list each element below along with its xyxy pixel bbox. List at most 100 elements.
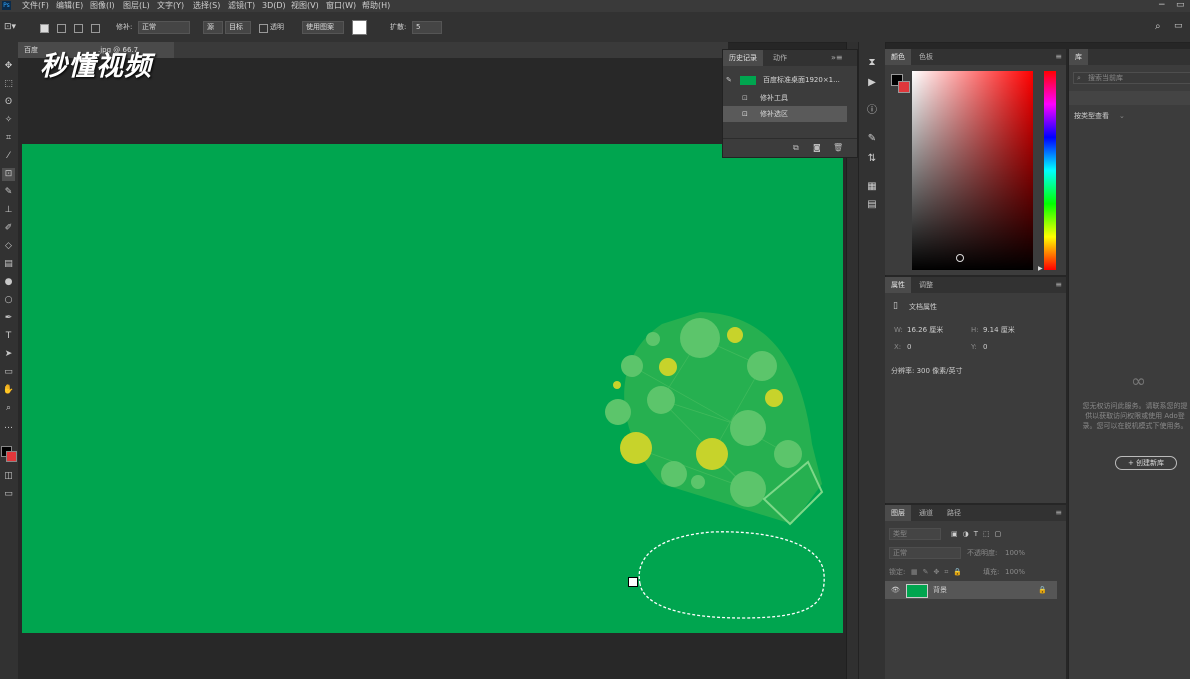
search-icon[interactable]: ⌕ — [1155, 21, 1161, 32]
play-icon[interactable]: ▶ — [865, 76, 879, 90]
color-field[interactable] — [912, 71, 1033, 270]
menu-3d[interactable]: 3D(D) — [262, 0, 286, 12]
photoshop-logo-icon[interactable]: Ps — [2, 1, 11, 10]
add-selection-icon[interactable] — [57, 24, 66, 33]
workspace-icon[interactable]: ▭ — [1174, 21, 1183, 32]
more-tools-icon[interactable]: … — [2, 420, 15, 433]
tab-color[interactable]: 颜色 — [885, 49, 911, 65]
menu-filter[interactable]: 滤镜(T) — [228, 0, 255, 12]
layer-filter-select[interactable]: 类型 — [889, 528, 941, 540]
background-color-swatch[interactable] — [6, 451, 17, 462]
adjustments-icon[interactable]: ⇅ — [865, 152, 879, 166]
eye-icon[interactable]: 👁 — [891, 585, 900, 595]
menu-edit[interactable]: 编辑(E) — [56, 0, 83, 12]
layer-row-background[interactable]: 👁 背景 🔒 — [885, 581, 1057, 599]
tab-actions[interactable]: 动作 — [767, 50, 793, 66]
menu-help[interactable]: 帮助(H) — [362, 0, 390, 12]
dodge-tool-icon[interactable]: ○ — [2, 294, 15, 307]
menu-file[interactable]: 文件(F) — [22, 0, 49, 12]
transparent-checkbox[interactable] — [259, 24, 268, 33]
eraser-tool-icon[interactable]: ◇ — [2, 240, 15, 253]
menu-type[interactable]: 文字(Y) — [157, 0, 184, 12]
panel-menu-icon[interactable]: ≡ — [1055, 52, 1062, 61]
menu-select[interactable]: 选择(S) — [193, 0, 220, 12]
menu-image[interactable]: 图像(I) — [90, 0, 115, 12]
info-icon[interactable]: ⓘ — [865, 104, 879, 118]
tab-swatches[interactable]: 色板 — [913, 49, 939, 65]
pattern-swatch[interactable] — [352, 20, 367, 35]
background-color-chip[interactable] — [898, 81, 910, 93]
target-button[interactable]: 目标 — [225, 21, 251, 34]
shape-tool-icon[interactable]: ▭ — [2, 366, 15, 379]
opacity-value[interactable]: 100% — [1005, 548, 1025, 558]
chevron-down-icon[interactable]: ⌄ — [1119, 111, 1125, 121]
stamp-tool-icon[interactable]: ⊥ — [2, 204, 15, 217]
brush-tool-icon[interactable]: ✎ — [2, 186, 15, 199]
marquee-tool-icon[interactable]: ⬚ — [2, 78, 15, 91]
patch-tool-icon[interactable]: ⊡ — [2, 168, 15, 181]
trash-icon[interactable]: 🗑 — [833, 139, 843, 157]
tab-layers[interactable]: 图层 — [885, 505, 911, 521]
patch-tool-icon[interactable]: ⊡▾ — [4, 22, 16, 33]
history-item-patch-selection[interactable]: ⊡ 修补选区 — [723, 106, 847, 122]
path-select-tool-icon[interactable]: ➤ — [2, 348, 15, 361]
camera-icon[interactable]: ◙ — [813, 139, 821, 157]
panel-menu-icon[interactable]: ≡ — [1055, 508, 1062, 517]
type-tool-icon[interactable]: T — [2, 330, 15, 343]
pen-tool-icon[interactable]: ✒ — [2, 312, 15, 325]
move-tool-icon[interactable]: ✥ — [2, 60, 15, 73]
use-pattern-button[interactable]: 使用图案 — [302, 21, 344, 34]
screen-mode-icon[interactable]: ▭ — [2, 488, 15, 501]
brush-settings-icon[interactable]: ✎ — [865, 132, 879, 146]
diffusion-select[interactable]: 5 — [412, 21, 442, 34]
tab-paths[interactable]: 路径 — [941, 505, 967, 521]
width-value[interactable]: 16.26 厘米 — [907, 325, 943, 335]
layer-filter-icons[interactable]: ▣◑T⬚▢ — [951, 529, 1006, 539]
tab-history[interactable]: 历史记录 — [723, 50, 763, 66]
color-picker-cursor[interactable] — [956, 254, 964, 262]
fill-value[interactable]: 100% — [1005, 567, 1025, 577]
minimize-button[interactable]: − — [1158, 0, 1166, 11]
history-brush-source-icon[interactable]: ✎ — [726, 72, 732, 88]
tab-properties[interactable]: 属性 — [885, 277, 911, 293]
tab-libraries[interactable]: 库 — [1069, 49, 1088, 65]
gradient-tool-icon[interactable]: ▤ — [2, 258, 15, 271]
history-snapshot-row[interactable]: ✎ 百度标准桌面1920×1... — [723, 72, 847, 88]
library-dropdown[interactable] — [1069, 91, 1190, 105]
tab-adjustments[interactable]: 调整 — [913, 277, 939, 293]
hue-slider-handle[interactable]: ▶ — [1038, 265, 1043, 272]
zoom-tool-icon[interactable]: ⌕ — [2, 402, 15, 415]
library-search-input[interactable]: ⌕ 搜索当前库 — [1073, 72, 1190, 84]
magic-wand-tool-icon[interactable]: ✧ — [2, 114, 15, 127]
layer-comps-icon[interactable]: ▦ — [865, 180, 879, 194]
height-value[interactable]: 9.14 厘米 — [983, 325, 1015, 335]
panel-collapse-icon[interactable]: »≡ — [831, 53, 843, 62]
view-by-type[interactable]: 按类型查看 — [1074, 111, 1109, 121]
subtract-selection-icon[interactable] — [74, 24, 83, 33]
document-canvas[interactable] — [22, 144, 843, 633]
y-value[interactable]: 0 — [983, 342, 987, 352]
mode-select[interactable]: 正常 — [138, 21, 190, 34]
tab-channels[interactable]: 通道 — [913, 505, 939, 521]
history-item-patch-tool[interactable]: ⊡ 修补工具 — [723, 90, 847, 106]
source-button[interactable]: 源 — [203, 21, 223, 34]
quick-mask-icon[interactable]: ◫ — [2, 470, 15, 483]
eyedropper-tool-icon[interactable]: ⁄ — [2, 150, 15, 163]
blur-tool-icon[interactable]: ● — [2, 276, 15, 289]
history-brush-tool-icon[interactable]: ✐ — [2, 222, 15, 235]
hue-slider[interactable] — [1044, 71, 1056, 270]
lasso-tool-icon[interactable]: ʘ — [2, 96, 15, 109]
lock-icons[interactable]: ▦✎✥⌗🔒 — [911, 567, 967, 577]
create-library-button[interactable]: + 创建新库 — [1115, 456, 1177, 470]
intersect-selection-icon[interactable] — [91, 24, 100, 33]
history-icon[interactable]: ⧗ — [865, 56, 879, 70]
new-selection-icon[interactable] — [40, 24, 49, 33]
menu-layer[interactable]: 图层(L) — [123, 0, 150, 12]
menu-view[interactable]: 视图(V) — [291, 0, 319, 12]
hand-tool-icon[interactable]: ✋ — [2, 384, 15, 397]
menu-window[interactable]: 窗口(W) — [326, 0, 356, 12]
restore-button[interactable]: ▭ — [1176, 0, 1185, 11]
blend-mode-select[interactable]: 正常 — [889, 547, 961, 559]
crop-tool-icon[interactable]: ⌗ — [2, 132, 15, 145]
x-value[interactable]: 0 — [907, 342, 911, 352]
